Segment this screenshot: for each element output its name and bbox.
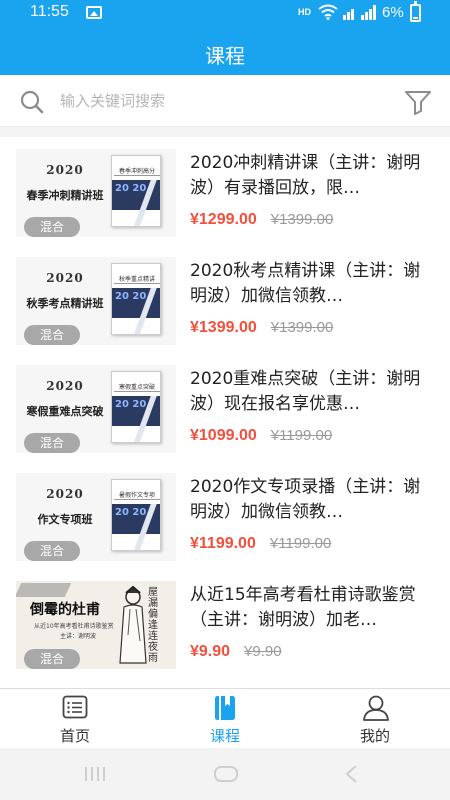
course-info: 2020秋考点精讲课（主讲：谢明波）加微信领教… ¥1399.00 ¥1399.0… xyxy=(190,259,434,336)
book-title: 春季冲刺高分 xyxy=(114,166,160,176)
course-item[interactable]: 2020 作文专项班 暑假作文专项 20 20 混合 2020作文专项录播（主讲… xyxy=(0,461,450,569)
home-list-icon xyxy=(62,695,88,719)
course-original-price: ¥1199.00 xyxy=(270,427,333,444)
course-original-price: ¥1199.00 xyxy=(269,535,332,552)
course-name: 2020秋考点精讲课（主讲：谢明波）加微信领教… xyxy=(190,261,421,306)
back-icon[interactable] xyxy=(344,764,358,784)
book-band-text: 20 20 xyxy=(115,291,147,302)
thumb-title: 倒霉的杜甫 xyxy=(30,602,100,618)
course-type-badge: 混合 xyxy=(24,433,80,453)
course-info: 从近15年高考看杜甫诗歌鉴赏（主讲：谢明波）加老… ¥9.90 ¥9.90 xyxy=(190,583,434,660)
course-name: 2020重难点突破（主讲：谢明波）现在报名享优惠… xyxy=(190,369,421,414)
book-band-text: 20 20 xyxy=(115,399,147,410)
tab-home-label: 首页 xyxy=(59,727,90,745)
course-name: 2020冲刺精讲课（主讲：谢明波）有录播回放，限… xyxy=(190,153,421,198)
wifi-icon xyxy=(318,4,338,20)
course-name: 从近15年高考看杜甫诗歌鉴赏（主讲：谢明波）加老… xyxy=(190,585,416,630)
course-price: ¥1199.00 xyxy=(190,535,256,552)
bottom-tab-bar: 首页 课程 我的 xyxy=(0,688,450,748)
course-type-badge: 混合 xyxy=(24,217,80,237)
course-price: ¥1399.00 xyxy=(190,319,257,336)
course-prices: ¥1099.00 ¥1199.00 xyxy=(190,425,332,445)
thumb-title: 作文专项班 xyxy=(37,513,93,526)
app-header: 11:55 HD 6% 课程 xyxy=(0,0,450,75)
search-bar xyxy=(0,75,450,127)
search-icon[interactable] xyxy=(20,90,44,114)
section-divider xyxy=(0,127,450,137)
thumb-subtitle: 从近10年高考看杜甫诗歌鉴赏 xyxy=(34,623,114,630)
ink-brush-stroke xyxy=(16,583,72,597)
course-item[interactable]: 倒霉的杜甫 从近10年高考看杜甫诗歌鉴赏 主讲：谢明波 屋漏偏逢连夜雨 混合 从… xyxy=(0,569,450,677)
course-original-price: ¥1399.00 xyxy=(270,319,334,336)
tab-mine[interactable]: 我的 xyxy=(300,689,450,749)
book-cover: 春季冲刺高分 20 20 xyxy=(111,155,161,227)
tab-courses[interactable]: 课程 xyxy=(150,689,300,749)
thumb-title: 春季冲刺精讲班 xyxy=(26,189,104,202)
status-time: 11:55 xyxy=(30,3,69,20)
battery-icon xyxy=(410,1,421,22)
person-icon xyxy=(363,695,389,721)
course-type-badge: 混合 xyxy=(24,541,80,561)
filter-icon[interactable] xyxy=(404,89,432,115)
book-title: 秋季重点精讲 xyxy=(114,274,160,284)
book-band-text: 20 20 xyxy=(115,507,147,518)
thumb-year: 2020 xyxy=(46,163,84,177)
thumb-year: 2020 xyxy=(46,487,84,501)
battery-level: 6% xyxy=(382,4,404,21)
course-prices: ¥1299.00 ¥1399.00 xyxy=(190,209,333,229)
search-input[interactable] xyxy=(60,89,360,113)
book-icon xyxy=(215,696,235,720)
course-info: 2020重难点突破（主讲：谢明波）现在报名享优惠… ¥1099.00 ¥1199.… xyxy=(190,367,434,444)
status-bar: 11:55 HD 6% xyxy=(0,0,450,28)
course-info: 2020冲刺精讲课（主讲：谢明波）有录播回放，限… ¥1299.00 ¥1399.… xyxy=(190,151,434,228)
course-type-badge: 混合 xyxy=(24,649,80,669)
course-prices: ¥1399.00 ¥1399.00 xyxy=(190,317,333,337)
course-prices: ¥9.90 ¥9.90 xyxy=(190,641,282,661)
gallery-icon xyxy=(86,6,102,19)
thumb-lecturer: 主讲：谢明波 xyxy=(60,633,97,640)
course-item[interactable]: 2020 春季冲刺精讲班 春季冲刺高分 20 20 混合 2020冲刺精讲课（主… xyxy=(0,137,450,245)
thumb-year: 2020 xyxy=(46,379,84,393)
home-button-icon[interactable] xyxy=(214,766,238,782)
course-price: ¥9.90 xyxy=(190,643,231,660)
system-nav-bar xyxy=(0,748,450,800)
course-type-badge: 混合 xyxy=(24,325,80,345)
poet-figure-illustration xyxy=(119,585,147,664)
thumb-year: 2020 xyxy=(46,271,84,285)
tab-courses-label: 课程 xyxy=(209,727,240,745)
thumb-vertical-poem: 屋漏偏逢连夜雨 xyxy=(148,587,158,664)
page-title: 课程 xyxy=(205,44,245,68)
course-item[interactable]: 2020 寒假重难点突破 寒假重点突破 20 20 混合 2020重难点突破（主… xyxy=(0,353,450,461)
course-price: ¥1099.00 xyxy=(190,427,257,444)
course-name: 2020作文专项录播（主讲：谢明波）加微信领教… xyxy=(190,477,421,522)
book-cover: 寒假重点突破 20 20 xyxy=(111,371,161,443)
signal-icon xyxy=(343,5,376,20)
course-info: 2020作文专项录播（主讲：谢明波）加微信领教… ¥1199.00 ¥1199.0… xyxy=(190,475,434,552)
book-title: 寒假重点突破 xyxy=(114,382,160,392)
book-band-text: 20 20 xyxy=(115,183,147,194)
course-original-price: ¥9.90 xyxy=(244,643,282,660)
tab-home[interactable]: 首页 xyxy=(0,689,150,749)
book-title: 暑假作文专项 xyxy=(114,490,160,500)
recent-apps-icon[interactable] xyxy=(83,766,107,782)
course-item[interactable]: 2020 秋季考点精讲班 秋季重点精讲 20 20 混合 2020秋考点精讲课（… xyxy=(0,245,450,353)
thumb-title: 秋季考点精讲班 xyxy=(26,297,104,310)
book-cover: 秋季重点精讲 20 20 xyxy=(111,263,161,335)
network-type: HD xyxy=(298,7,311,17)
course-price: ¥1299.00 xyxy=(190,211,257,228)
book-cover: 暑假作文专项 20 20 xyxy=(111,479,161,551)
course-original-price: ¥1399.00 xyxy=(270,211,334,228)
thumb-title: 寒假重难点突破 xyxy=(26,405,104,418)
course-list: 2020 春季冲刺精讲班 春季冲刺高分 20 20 混合 2020冲刺精讲课（主… xyxy=(0,137,450,677)
tab-mine-label: 我的 xyxy=(359,727,390,745)
course-prices: ¥1199.00 ¥1199.00 xyxy=(190,533,331,553)
